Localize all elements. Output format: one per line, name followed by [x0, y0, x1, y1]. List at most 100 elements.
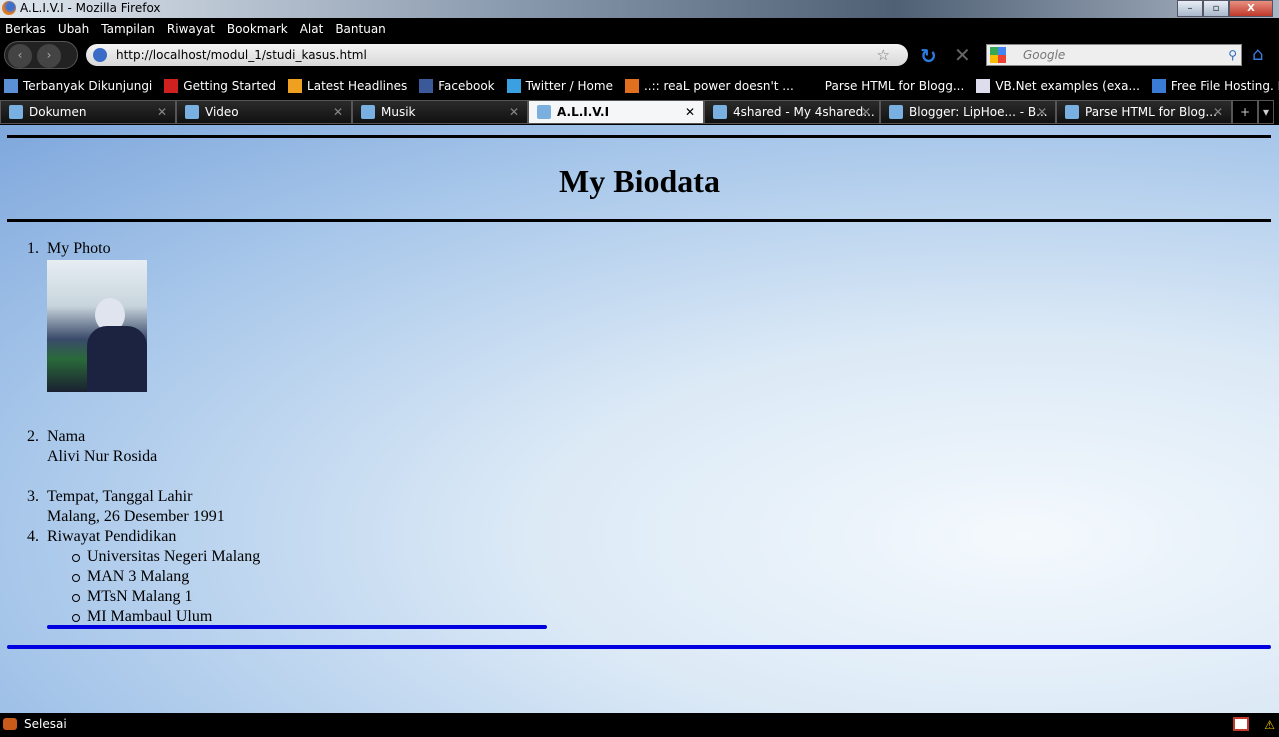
tab-label: A.L.I.V.I	[557, 105, 610, 119]
bookmark-item[interactable]: Twitter / Home	[503, 79, 613, 93]
stop-icon[interactable]: ✕	[954, 43, 971, 67]
menu-alat[interactable]: Alat	[300, 18, 324, 40]
item-label: Riwayat Pendidikan	[47, 528, 177, 545]
menu-berkas[interactable]: Berkas	[5, 18, 46, 40]
menu-bookmark[interactable]: Bookmark	[227, 18, 288, 40]
blue-divider-short	[47, 625, 547, 629]
item-value: Alivi Nur Rosida	[47, 448, 158, 465]
bookmark-label: Terbanyak Dikunjungi	[23, 79, 153, 93]
search-placeholder: Google	[1023, 48, 1066, 62]
close-tab-icon[interactable]: ✕	[509, 101, 519, 123]
close-tab-icon[interactable]: ✕	[1037, 101, 1047, 123]
bookmark-label: Getting Started	[183, 79, 277, 93]
close-tab-icon[interactable]: ✕	[861, 101, 871, 123]
tab-bar: Dokumen ✕ Video ✕ Musik ✕ A.L.I.V.I ✕ 4shared - …	[0, 100, 1279, 125]
forward-button[interactable]: ›	[37, 44, 61, 68]
new-tab-button[interactable]: +	[1232, 100, 1258, 124]
close-button[interactable]: X	[1229, 0, 1273, 17]
tab-5[interactable]: Blogger: LipHoe... - B... ✕	[880, 100, 1056, 124]
reload-icon[interactable]: ↻	[920, 44, 937, 68]
rss-icon	[288, 79, 303, 93]
back-forward-group: ‹ ›	[4, 41, 78, 69]
tab-label: Parse HTML for Blog...	[1085, 105, 1217, 119]
warning-icon[interactable]: ⚠	[1264, 714, 1275, 736]
tab-2[interactable]: Musik ✕	[352, 100, 528, 124]
tab-label: Dokumen	[29, 105, 87, 119]
4shared-icon	[1151, 79, 1166, 93]
title-bar: A.L.I.V.I - Mozilla Firefox – ▫ X	[0, 0, 1279, 18]
home-icon[interactable]: ⌂	[1252, 44, 1263, 65]
bookmark-label: Latest Headlines	[307, 79, 408, 93]
item-label: My Photo	[47, 240, 111, 257]
close-tab-icon[interactable]: ✕	[333, 101, 343, 123]
menu-riwayat[interactable]: Riwayat	[167, 18, 215, 40]
tab-favicon-icon	[1065, 105, 1079, 119]
status-text: Selesai	[24, 717, 67, 731]
bookmark-item[interactable]: Terbanyak Dikunjungi	[0, 79, 152, 93]
tab-0[interactable]: Dokumen ✕	[0, 100, 176, 124]
tab-favicon-icon	[713, 105, 727, 119]
page-content: My Biodata 1. My Photo 2. Nama Alivi Nur…	[0, 125, 1279, 713]
item-value: Malang, 26 Desember 1991	[47, 508, 225, 525]
tab-label: Blogger: LipHoe... - B...	[909, 105, 1048, 119]
tab-4[interactable]: 4shared - My 4shared... ✕	[704, 100, 880, 124]
bookmark-item[interactable]: Parse HTML for Blogg...	[802, 79, 965, 93]
url-bar[interactable]: http://localhost/modul_1/studi_kasus.htm…	[86, 44, 908, 66]
tab-label: 4shared - My 4shared...	[733, 105, 875, 119]
tab-favicon-icon	[185, 105, 199, 119]
bookmark-item[interactable]: VB.Net examples (exa...	[972, 79, 1140, 93]
bookmark-item[interactable]: ..:: reaL power doesn't ...	[621, 79, 794, 93]
education-item: Universitas Negeri Malang	[71, 548, 261, 565]
menu-tampilan[interactable]: Tampilan	[101, 18, 155, 40]
tab-6[interactable]: Parse HTML for Blog... ✕	[1056, 100, 1232, 124]
addon-icon[interactable]	[1233, 717, 1249, 731]
back-button[interactable]: ‹	[8, 44, 32, 68]
maximize-button[interactable]: ▫	[1203, 0, 1229, 17]
close-tab-icon[interactable]: ✕	[1213, 101, 1223, 123]
status-bar: Selesai ⚠	[0, 713, 1279, 737]
education-item: MTsN Malang 1	[71, 587, 260, 607]
bookmark-label: Free File Hosting. File ...	[1170, 79, 1279, 93]
firefox-icon	[2, 1, 16, 15]
tab-list-button[interactable]: ▾	[1258, 100, 1274, 124]
divider	[7, 135, 1271, 138]
bookmark-item[interactable]: Latest Headlines	[284, 79, 407, 93]
page-title: My Biodata	[559, 163, 720, 199]
education-list: Universitas Negeri Malang MAN 3 Malang M…	[47, 547, 260, 627]
window-title: A.L.I.V.I - Mozilla Firefox	[20, 1, 161, 15]
close-tab-icon[interactable]: ✕	[157, 101, 167, 123]
blue-divider	[7, 645, 1271, 649]
google-icon[interactable]	[990, 47, 1006, 63]
bookmark-item[interactable]: Free File Hosting. File ...	[1148, 79, 1279, 93]
facebook-icon	[419, 79, 434, 93]
bookmark-label: Facebook	[438, 79, 495, 93]
bookmark-label: ..:: reaL power doesn't ...	[643, 79, 794, 93]
divider	[7, 219, 1271, 222]
tab-favicon-icon	[889, 105, 903, 119]
search-icon	[4, 79, 18, 93]
menu-bantuan[interactable]: Bantuan	[335, 18, 385, 40]
list-item-photo: 1. My Photo	[27, 239, 260, 392]
search-icon[interactable]: ⚲	[1228, 45, 1237, 65]
search-input[interactable]: Google ⚲	[986, 44, 1242, 66]
minimize-button[interactable]: –	[1177, 0, 1203, 17]
close-tab-icon[interactable]: ✕	[685, 101, 695, 123]
site-identity-icon[interactable]	[93, 48, 107, 62]
list-item-ttl: 3. Tempat, Tanggal Lahir Malang, 26 Dese…	[27, 487, 260, 527]
bookmarks-toolbar: Terbanyak Dikunjungi Getting Started Lates…	[0, 74, 1279, 98]
item-label: Nama	[47, 428, 86, 445]
menu-ubah[interactable]: Ubah	[58, 18, 89, 40]
education-item: MAN 3 Malang	[71, 567, 260, 587]
education-item: MI Mambaul Ulum	[71, 607, 260, 627]
tab-3[interactable]: A.L.I.V.I ✕	[528, 100, 704, 124]
bookmark-label: VB.Net examples (exa...	[995, 79, 1140, 93]
list-item-pendidikan: 4. Riwayat Pendidikan Universitas Negeri…	[27, 528, 261, 627]
bookmark-star-icon[interactable]: ☆	[877, 44, 890, 66]
bookmark-label: Twitter / Home	[525, 79, 613, 93]
status-icon	[3, 718, 17, 730]
twitter-icon	[506, 79, 521, 93]
bookmark-item[interactable]: Facebook	[415, 79, 495, 93]
tab-1[interactable]: Video ✕	[176, 100, 352, 124]
blank-icon	[806, 79, 820, 93]
bookmark-item[interactable]: Getting Started	[160, 79, 276, 93]
